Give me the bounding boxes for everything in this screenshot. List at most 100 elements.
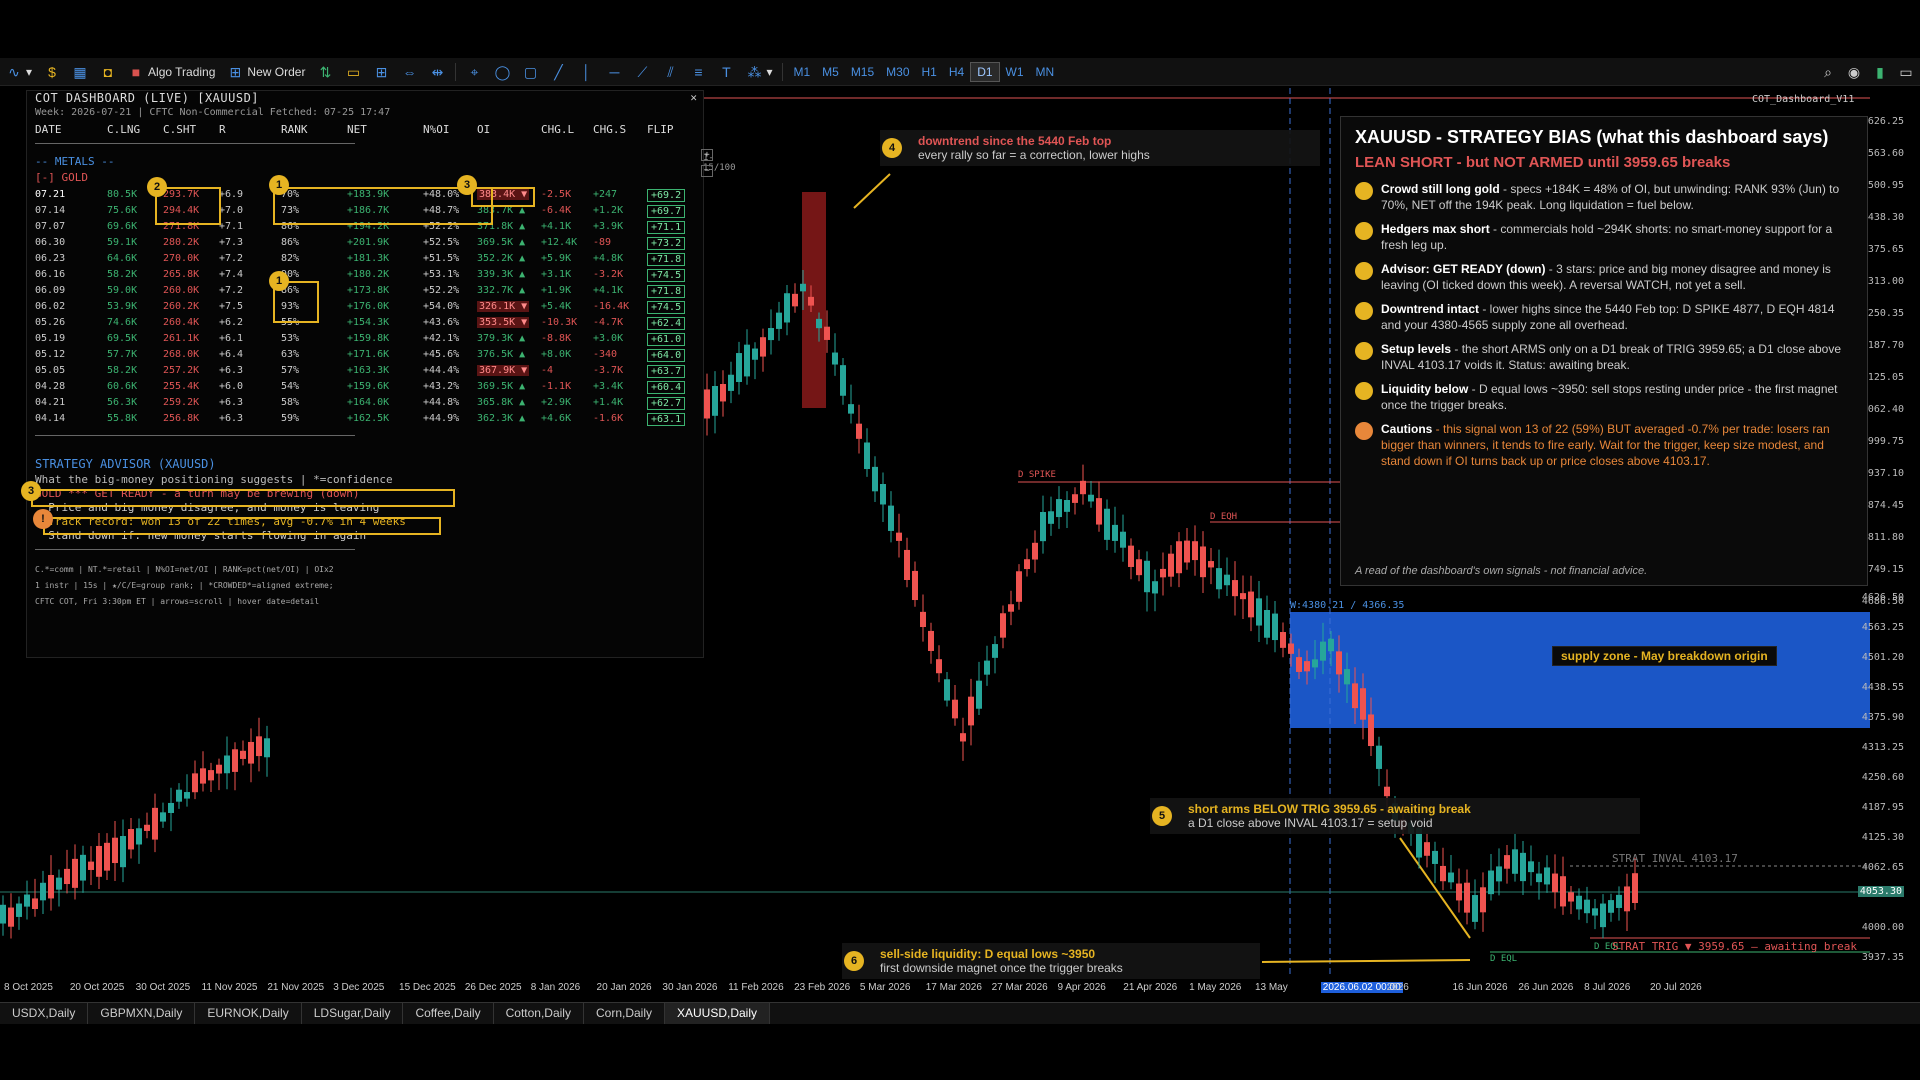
close-icon[interactable]: ✕ (690, 91, 697, 104)
scroll-down-button[interactable]: − (701, 165, 713, 177)
table-cell: +6.0 (219, 381, 244, 392)
depth-button[interactable]: ⇅ (311, 60, 339, 84)
rectangle-button[interactable]: ▢ (516, 60, 544, 84)
shapes-button[interactable]: ⁂ ▾ (740, 60, 778, 84)
table-cell: +69.2 (647, 189, 686, 202)
hline-button[interactable]: ─ (600, 60, 628, 84)
table-row[interactable]: 04.21 56.3K 259.2K +6.3 58% +164.0K +44.8% 365.… (27, 397, 697, 413)
candle-body (72, 858, 78, 888)
table-row[interactable]: 06.23 64.6K 270.0K +7.2 82% +181.3K +51.5% 352.… (27, 253, 697, 269)
algo-trading-label: Algo Trading (148, 64, 216, 79)
table-cell: +63.1 (647, 413, 686, 426)
date-tick: 17 Mar 2026 (925, 982, 982, 993)
col-date: DATE (35, 123, 62, 136)
search-icon[interactable]: ⌕ (1820, 64, 1836, 80)
layout-icon[interactable]: ▭ (1898, 64, 1914, 80)
folder-button[interactable]: ▭ (339, 60, 367, 84)
table-row[interactable]: 05.19 69.5K 261.1K +6.1 53% +159.8K +42.1% 379.… (27, 333, 697, 349)
table-cell: +201.9K (347, 237, 390, 248)
candle-body (1336, 651, 1342, 675)
table-cell: +6.2 (219, 317, 244, 328)
price-tick: 4000.00 (1861, 922, 1904, 933)
candle-body (1448, 872, 1454, 883)
chart-type-button[interactable]: ∿ ▾ (0, 60, 38, 84)
date-tick: 27 Mar 2026 (991, 982, 1048, 993)
tf-w1[interactable]: W1 (1000, 63, 1030, 81)
text-button[interactable]: T (712, 60, 740, 84)
table-row[interactable]: 04.28 60.6K 255.4K +6.0 54% +159.6K +43.2% 369.… (27, 381, 697, 397)
grid-button[interactable]: ⊞ (367, 60, 395, 84)
col-noi: N%OI (423, 123, 450, 136)
algo-trading-button[interactable]: ■ Algo Trading (122, 60, 221, 84)
table-cell: +5.9K (541, 253, 572, 264)
bag-button[interactable]: ◘ (94, 60, 122, 84)
fibo-button[interactable]: ≡ (684, 60, 712, 84)
table-row[interactable]: 06.09 59.0K 260.0K +7.2 86% +173.8K +52.2% 332.… (27, 285, 697, 301)
candle-body (920, 611, 926, 628)
candle-body (1192, 541, 1198, 561)
arrows-icon: ⇅ (319, 63, 332, 80)
date-tick: 9 Apr 2026 (1057, 982, 1106, 993)
tf-mn[interactable]: MN (1030, 63, 1061, 81)
price-tick: 4053.30 (1857, 886, 1904, 897)
candle-body (1472, 895, 1478, 922)
notification-icon[interactable]: ◉ (1846, 64, 1862, 80)
tf-m30[interactable]: M30 (880, 63, 915, 81)
ellipse-button[interactable]: ◯ (488, 60, 516, 84)
scroll-up-button[interactable]: + (701, 149, 713, 161)
tf-d1[interactable]: D1 (970, 61, 1000, 82)
shift-button[interactable]: ⇹ (423, 60, 451, 84)
tab-xauusd[interactable]: XAUUSD,Daily (665, 1003, 771, 1024)
table-row[interactable]: 06.16 58.2K 265.8K +7.4 90% +180.2K +53.1% 339.… (27, 269, 697, 285)
table-row[interactable]: 04.14 55.8K 256.8K +6.3 59% +162.5K +44.9% 362.… (27, 413, 697, 429)
candle-body (1176, 541, 1182, 574)
candle-body (968, 696, 974, 726)
tab-coffee[interactable]: Coffee,Daily (403, 1003, 494, 1024)
tf-h1[interactable]: H1 (916, 63, 943, 81)
candle-body (1112, 524, 1118, 541)
stop-icon: ■ (131, 63, 141, 80)
note-short-arms-title: short arms BELOW TRIG 3959.65 - awaiting… (1188, 802, 1471, 816)
tab-gbpmxn[interactable]: GBPMXN,Daily (88, 1003, 196, 1024)
tab-cotton[interactable]: Cotton,Daily (494, 1003, 584, 1024)
bias-item-head: Hedgers max short (1381, 222, 1490, 236)
ray-button[interactable]: ⟋ (628, 60, 656, 84)
price-tick: 4563.25 (1861, 622, 1904, 633)
table-row[interactable]: 05.05 58.2K 257.2K +6.3 57% +163.3K +44.4% 367.… (27, 365, 697, 381)
table-row[interactable]: 06.30 59.1K 280.2K +7.3 86% +201.9K +52.5% 369.… (27, 237, 697, 253)
tab-corn[interactable]: Corn,Daily (584, 1003, 665, 1024)
tab-eurnok[interactable]: EURNOK,Daily (195, 1003, 302, 1024)
table-row[interactable]: 06.02 53.9K 260.2K +7.5 93% +176.0K +54.0% 326.… (27, 301, 697, 317)
candle-body (1136, 559, 1142, 576)
bullet-icon (1355, 182, 1373, 200)
tf-m15[interactable]: M15 (845, 63, 880, 81)
new-order-button[interactable]: ⊞ New Order (221, 60, 311, 84)
dollar-button[interactable]: $ (38, 60, 66, 84)
group-gold[interactable]: [-] GOLD (35, 171, 88, 184)
vline-button[interactable]: │ (572, 60, 600, 84)
signal-icon[interactable]: ▮ (1872, 64, 1888, 80)
table-row[interactable]: 05.26 74.6K 260.4K +6.2 55% +154.3K +43.6% 353.… (27, 317, 697, 333)
table-cell: +43.2% (423, 381, 460, 392)
tab-ldsugar[interactable]: LDSugar,Daily (302, 1003, 404, 1024)
crosshair-button[interactable]: ⌖ (460, 60, 488, 84)
tf-m5[interactable]: M5 (816, 63, 845, 81)
table-cell: +163.3K (347, 365, 390, 376)
autoscroll-button[interactable]: ⇔ (395, 60, 423, 84)
market-button[interactable]: ▦ (66, 60, 94, 84)
horizontal-line-icon: ─ (609, 63, 620, 80)
candle-body (912, 570, 918, 601)
table-cell: +45.6% (423, 349, 460, 360)
col-net: NET (347, 123, 367, 136)
table-cell: +71.1 (647, 221, 686, 234)
candle-body (976, 680, 982, 709)
tf-h4[interactable]: H4 (943, 63, 970, 81)
channel-button[interactable]: ⫽ (656, 60, 684, 84)
table-row[interactable]: 05.12 57.7K 268.0K +6.4 63% +171.6K +45.6% 376.… (27, 349, 697, 365)
candle-body (1624, 886, 1630, 912)
tf-m1[interactable]: M1 (787, 63, 816, 81)
tab-usdx[interactable]: USDX,Daily (0, 1003, 89, 1024)
section-metals: -- METALS -- (35, 155, 115, 168)
legend-1: C.*=comm | NT.*=retail | N%OI=net/OI | R… (35, 565, 334, 574)
trendline-button[interactable]: ╱ (544, 60, 572, 84)
